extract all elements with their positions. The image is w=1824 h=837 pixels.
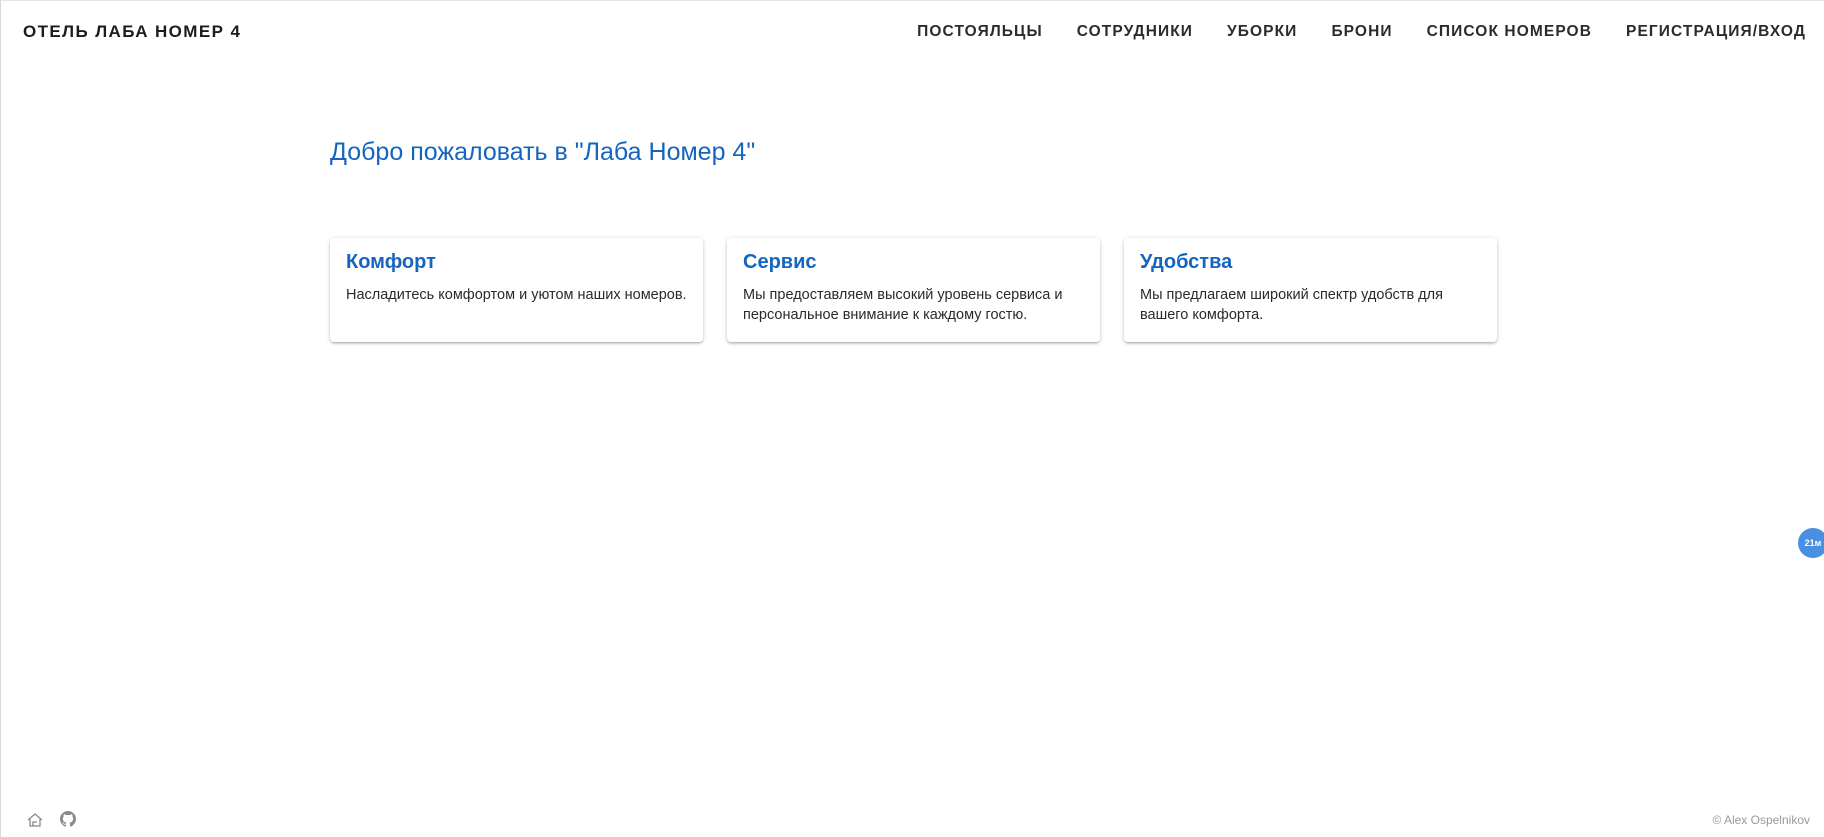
main-nav: ПОСТОЯЛЬЦЫ СОТРУДНИКИ УБОРКИ БРОНИ СПИСО… <box>900 15 1806 49</box>
floating-badge-button[interactable]: 21м <box>1798 528 1824 558</box>
feature-card-service: Сервис Мы предоставляем высокий уровень … <box>727 238 1100 342</box>
brand-title[interactable]: ОТЕЛЬ ЛАБА НОМЕР 4 <box>23 22 241 42</box>
nav-item-staff[interactable]: СОТРУДНИКИ <box>1060 15 1210 49</box>
page: ОТЕЛЬ ЛАБА НОМЕР 4 ПОСТОЯЛЬЦЫ СОТРУДНИКИ… <box>0 0 1824 837</box>
card-title: Удобства <box>1140 251 1233 273</box>
nav-item-residents[interactable]: ПОСТОЯЛЬЦЫ <box>900 15 1060 49</box>
copyright-text: © Alex Ospelnikov <box>1712 813 1810 827</box>
feature-cards: Комфорт Насладитесь комфортом и уютом на… <box>330 238 1497 342</box>
nav-item-cleanings[interactable]: УБОРКИ <box>1210 15 1314 49</box>
nav-item-rooms-list[interactable]: СПИСОК НОМЕРОВ <box>1410 15 1609 49</box>
card-text: Мы предлагаем широкий спектр удобств для… <box>1140 287 1443 323</box>
card-text: Мы предоставляем высокий уровень сервиса… <box>743 287 1063 323</box>
footer-links <box>26 811 78 829</box>
feature-card-amenities: Удобства Мы предлагаем широкий спектр уд… <box>1124 238 1497 342</box>
github-icon[interactable] <box>60 811 78 829</box>
welcome-heading: Добро пожаловать в "Лаба Номер 4" <box>330 138 756 166</box>
card-title: Сервис <box>743 251 817 273</box>
home-icon[interactable] <box>26 811 44 829</box>
card-title: Комфорт <box>346 251 436 273</box>
card-text: Насладитесь комфортом и уютом наших номе… <box>346 287 687 303</box>
nav-item-register-login[interactable]: РЕГИСТРАЦИЯ/ВХОД <box>1609 15 1806 49</box>
app-bar: ОТЕЛЬ ЛАБА НОМЕР 4 ПОСТОЯЛЬЦЫ СОТРУДНИКИ… <box>1 1 1824 63</box>
feature-card-comfort: Комфорт Насладитесь комфортом и уютом на… <box>330 238 703 342</box>
nav-item-bookings[interactable]: БРОНИ <box>1314 15 1409 49</box>
